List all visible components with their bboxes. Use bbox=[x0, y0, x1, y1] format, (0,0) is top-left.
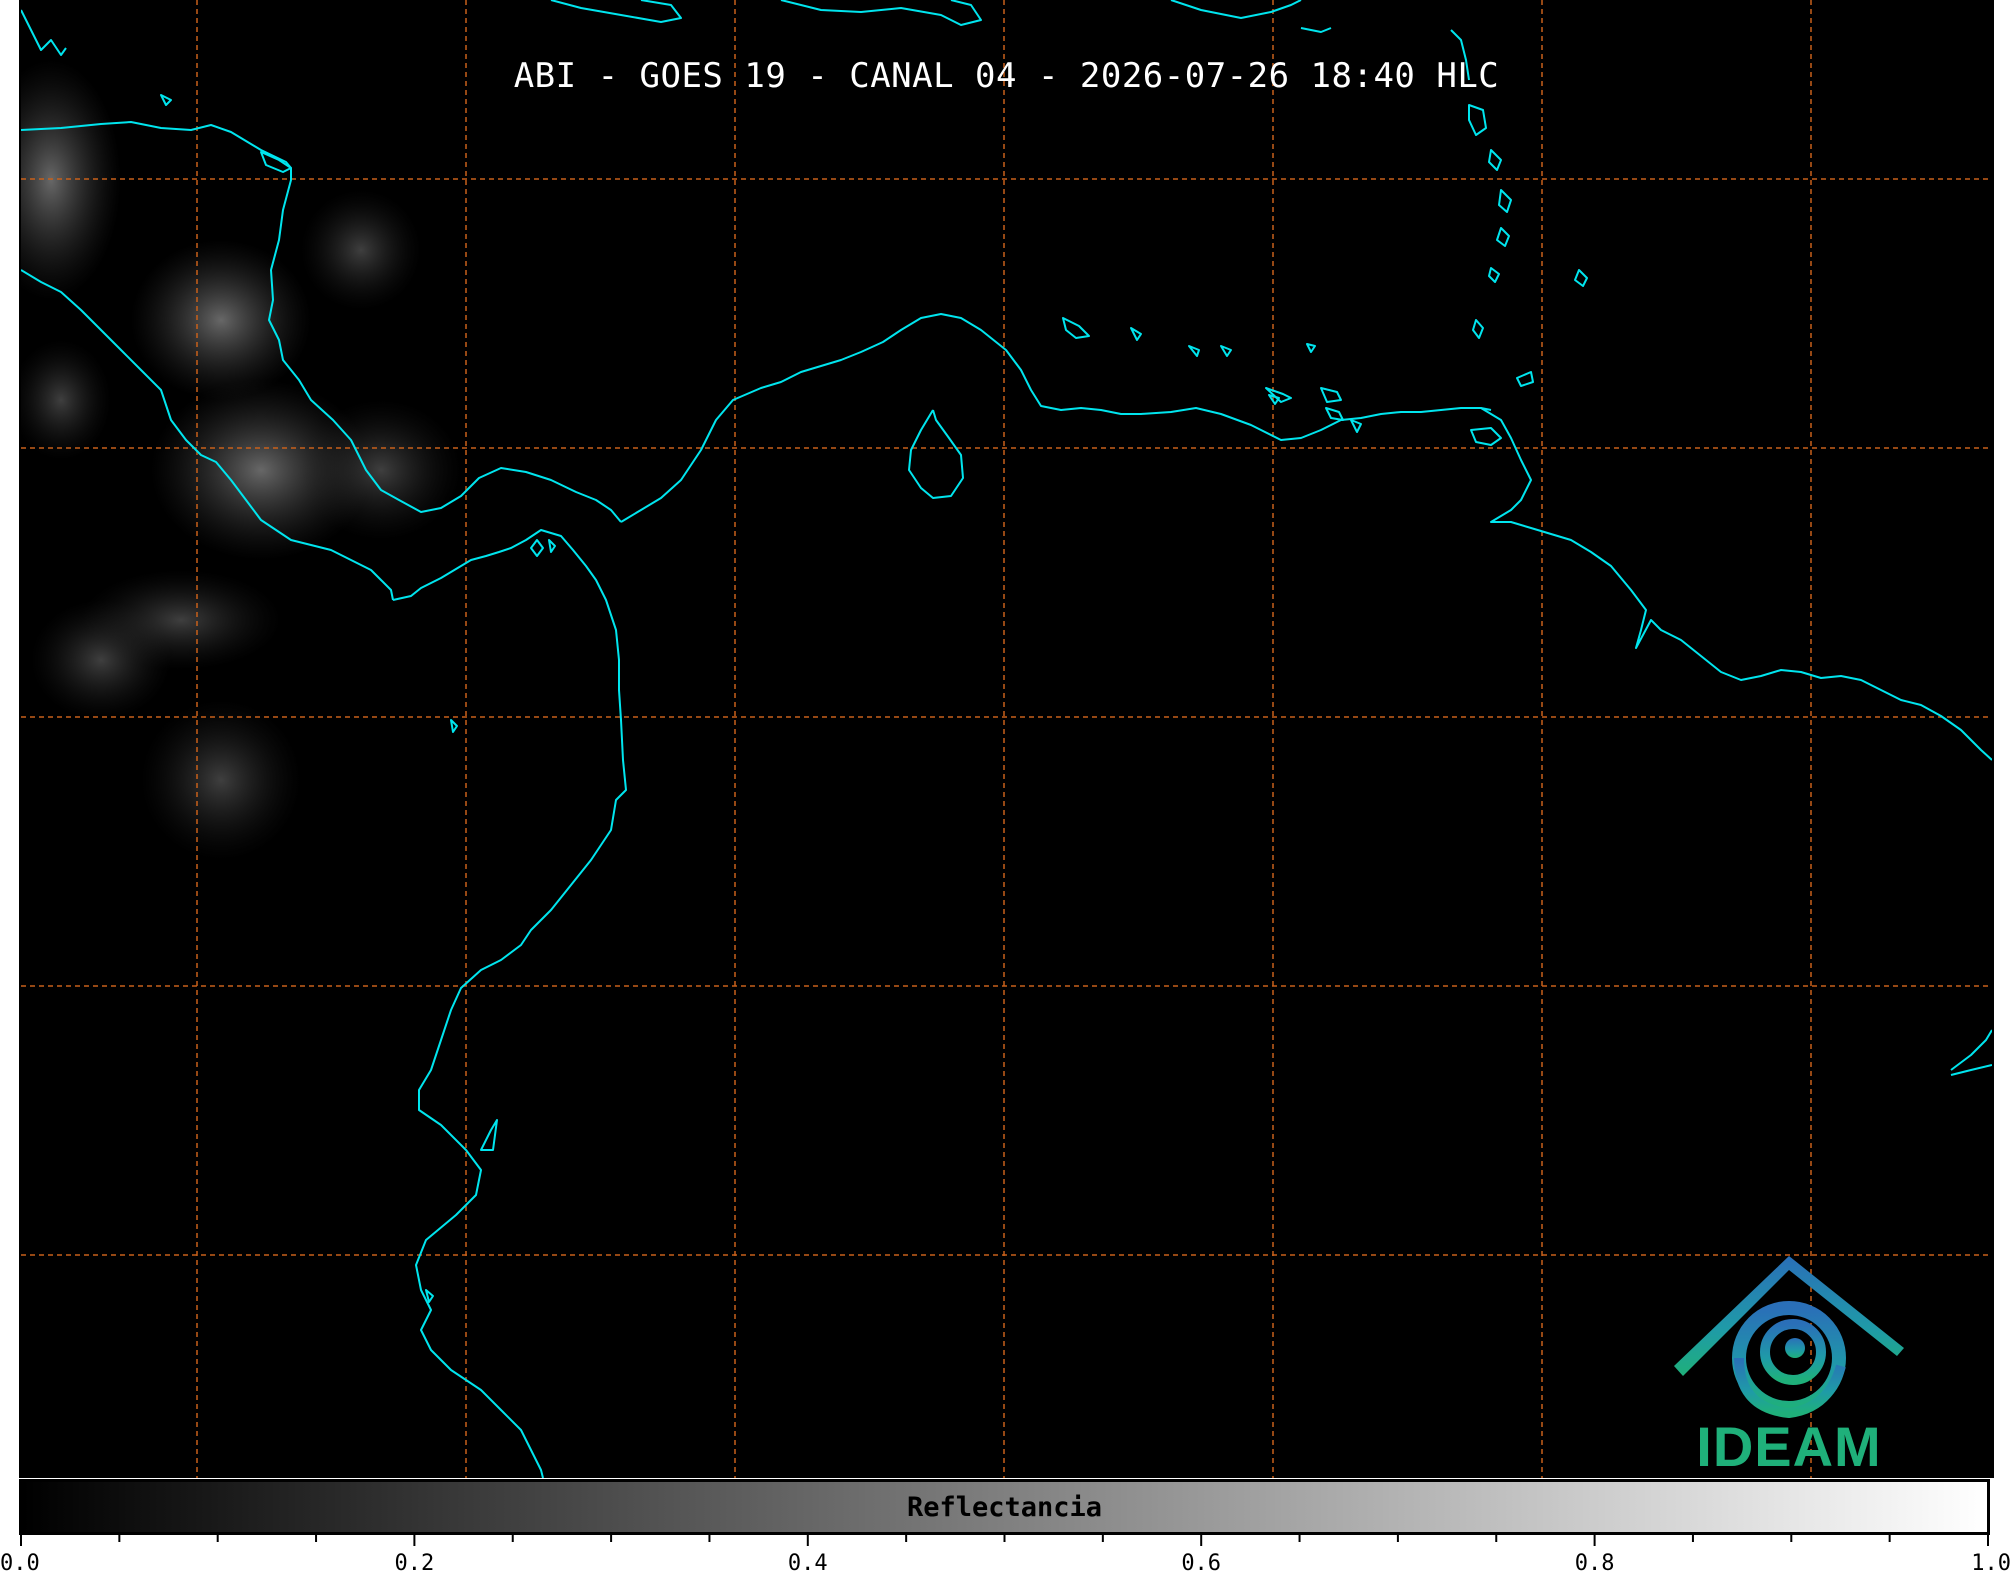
colorbar-tick-label: 1.0 bbox=[1971, 1551, 2011, 1576]
colorbar-tick-label: 0.6 bbox=[1181, 1551, 1221, 1576]
colorbar-tick-label: 0.8 bbox=[1575, 1551, 1615, 1576]
colorbar: Reflectancia bbox=[19, 1479, 1990, 1535]
colorbar-tick-label: 0.2 bbox=[395, 1551, 435, 1576]
cloud-cover bbox=[21, 60, 461, 860]
map-panel: ABI - GOES 19 - CANAL 04 - 2026-07-26 18… bbox=[19, 0, 1994, 1478]
colorbar-label: Reflectancia bbox=[906, 1492, 1103, 1523]
colorbar-axis: 0.0 0.2 0.4 0.6 0.8 1.0 bbox=[0, 1534, 2011, 1576]
ideam-logo-text: IDEAM bbox=[1696, 1415, 1882, 1478]
map-title: ABI - GOES 19 - CANAL 04 - 2026-07-26 18… bbox=[513, 56, 1500, 96]
colorbar-tick-label: 0.4 bbox=[788, 1551, 828, 1576]
satellite-map-page: ABI - GOES 19 - CANAL 04 - 2026-07-26 18… bbox=[0, 0, 2011, 1577]
colorbar-tick-label: 0.0 bbox=[0, 1551, 40, 1576]
